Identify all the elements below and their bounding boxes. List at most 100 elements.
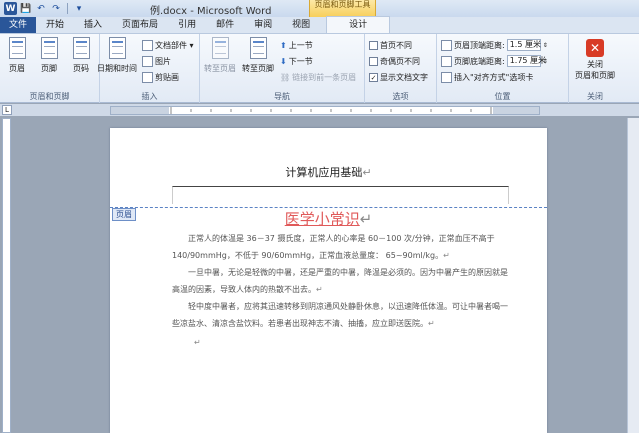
context-tab-group-label: 页眉和页脚工具 xyxy=(309,0,376,17)
paragraph-2-text: 一旦中暑，无论是轻微的中暑，还是严重的中暑，降温是必须的。因为中暑产生的原因就是… xyxy=(172,268,508,294)
clipart-button[interactable]: 剪贴画 xyxy=(142,72,179,83)
next-section-button[interactable]: ⬇ 下一节 xyxy=(280,56,313,67)
header-area[interactable]: 计算机应用基础↵ xyxy=(110,128,547,208)
group-label-navigation: 导航 xyxy=(274,92,290,101)
document-title[interactable]: 医学小常识↵ xyxy=(110,208,547,229)
header-text[interactable]: 计算机应用基础↵ xyxy=(110,164,547,180)
position-group: 页眉顶端距离: 1.5 厘米 ⇕ 页脚底端距离: 1.75 厘米 ⇕ 插入"对齐… xyxy=(437,34,569,103)
tab-review[interactable]: 审阅 xyxy=(244,17,282,33)
insert-group: 日期和时间 文档部件 ▾ 图片 剪贴画 插入 xyxy=(97,34,200,103)
paragraph-1[interactable]: 正常人的体温是 36－37 摄氏度，正常人的心率是 60－100 次/分钟，正常… xyxy=(172,230,515,264)
date-time-label: 日期和时间 xyxy=(97,64,137,73)
save-icon[interactable]: 💾 xyxy=(20,3,32,15)
different-first-page-checkbox[interactable]: 首页不同 xyxy=(369,40,412,51)
picture-icon xyxy=(142,56,153,67)
goto-header-label: 转至页眉 xyxy=(204,64,236,73)
tab-file[interactable]: 文件 xyxy=(0,17,37,33)
header-top-distance-control: 页眉顶端距离: 1.5 厘米 ⇕ xyxy=(441,39,548,51)
footer-position-icon xyxy=(441,55,452,67)
redo-icon[interactable]: ↷ xyxy=(50,3,62,15)
page-number-button-label: 页码 xyxy=(73,64,89,73)
header-button[interactable]: 页眉 xyxy=(2,37,32,74)
ruler-row: L xyxy=(0,104,639,116)
close-button-label-line2: 页眉和页脚 xyxy=(575,71,615,80)
vertical-scrollbar[interactable] xyxy=(627,118,639,433)
date-time-button[interactable]: 日期和时间 xyxy=(94,37,140,74)
goto-header-icon xyxy=(210,37,230,61)
clipart-label: 剪贴画 xyxy=(155,73,179,82)
group-label-position: 位置 xyxy=(494,92,511,101)
doc-parts-icon xyxy=(142,40,153,51)
previous-section-button[interactable]: ⬆ 上一节 xyxy=(280,40,313,51)
footer-bottom-distance-control: 页脚底端距离: 1.75 厘米 ⇕ xyxy=(441,55,548,67)
footer-bottom-distance-input[interactable]: 1.75 厘米 xyxy=(506,55,546,67)
paragraph-3[interactable]: 轻中度中暑者，应将其迅速转移到阴凉通风处静卧休息，以迅速降低体温。可让中暑者喝一… xyxy=(172,298,515,332)
header-top-distance-label: 页眉顶端距离: xyxy=(454,40,505,50)
close-group: ✕ 关闭 页眉和页脚 关闭 xyxy=(569,34,621,103)
document-page[interactable]: 计算机应用基础↵ 页眉 医学小常识↵ 正常人的体温是 36－37 摄氏度，正常人… xyxy=(110,128,547,433)
customize-qat-icon[interactable]: ▾ xyxy=(73,3,85,15)
footer-icon xyxy=(39,37,59,61)
link-icon: ⛓ xyxy=(280,73,291,82)
different-odd-even-checkbox[interactable]: 奇偶页不同 xyxy=(369,56,420,67)
quick-access-toolbar: W 💾 ↶ ↷ ▾ xyxy=(0,2,85,15)
paragraph-2[interactable]: 一旦中暑，无论是轻微的中暑，还是严重的中暑，降温是必须的。因为中暑产生的原因就是… xyxy=(172,264,515,298)
insert-alignment-tab-button[interactable]: 插入"对齐方式"选项卡 xyxy=(441,72,533,83)
ruler-ticks xyxy=(111,107,539,114)
arrow-down-icon: ⬇ xyxy=(280,57,287,66)
tab-references[interactable]: 引用 xyxy=(168,17,206,33)
header-top-distance-input[interactable]: 1.5 厘米 xyxy=(506,39,541,51)
insert-alignment-tab-label: 插入"对齐方式"选项卡 xyxy=(454,73,534,82)
vertical-ruler[interactable] xyxy=(2,118,11,433)
paragraph-mark: ↵ xyxy=(359,210,373,228)
picture-label: 图片 xyxy=(155,57,171,66)
different-odd-even-label: 奇偶页不同 xyxy=(380,57,420,66)
paragraph-mark: ↵ xyxy=(362,166,372,179)
ribbon: 页眉 页脚 页码 页眉和页脚 日期和时间 文档部件 ▾ 图片 剪贴画 插入 转至… xyxy=(0,33,639,103)
tab-insert[interactable]: 插入 xyxy=(74,17,112,33)
show-document-text-checkbox[interactable]: ✓ 显示文档文字 xyxy=(369,72,428,83)
clipart-icon xyxy=(142,72,153,83)
paragraph-mark: ↵ xyxy=(443,251,450,260)
horizontal-ruler[interactable] xyxy=(110,106,540,115)
spinner-icon[interactable]: ⇕ xyxy=(543,58,548,65)
different-first-page-label: 首页不同 xyxy=(380,41,412,50)
header-icon xyxy=(7,37,27,61)
header-border-line xyxy=(172,186,509,204)
footer-button[interactable]: 页脚 xyxy=(34,37,64,74)
goto-header-button[interactable]: 转至页眉 xyxy=(202,37,238,74)
header-button-label: 页眉 xyxy=(9,64,25,73)
calendar-icon xyxy=(107,37,127,61)
link-to-previous-button[interactable]: ⛓ 链接到前一条页眉 xyxy=(280,72,356,83)
checkbox-icon xyxy=(369,57,378,66)
paragraph-mark: ↵ xyxy=(428,319,435,328)
alignment-tab-icon xyxy=(441,72,452,83)
header-position-icon xyxy=(441,39,452,51)
picture-button[interactable]: 图片 xyxy=(142,56,171,67)
tab-view[interactable]: 视图 xyxy=(282,17,320,33)
page-number-button[interactable]: 页码 xyxy=(66,37,96,74)
goto-footer-button[interactable]: 转至页脚 xyxy=(240,37,276,74)
tab-mailings[interactable]: 邮件 xyxy=(206,17,244,33)
show-document-text-label: 显示文档文字 xyxy=(380,73,428,82)
tab-design[interactable]: 设计 xyxy=(326,16,391,33)
page-number-icon xyxy=(71,37,91,61)
close-header-footer-button[interactable]: ✕ 关闭 页眉和页脚 xyxy=(569,37,621,81)
spinner-icon[interactable]: ⇕ xyxy=(543,42,548,49)
next-section-label: 下一节 xyxy=(288,57,313,66)
options-group: 首页不同 奇偶页不同 ✓ 显示文档文字 选项 xyxy=(365,34,437,103)
link-to-previous-label: 链接到前一条页眉 xyxy=(292,73,357,82)
arrow-up-icon: ⬆ xyxy=(280,41,287,50)
word-logo-icon[interactable]: W xyxy=(4,2,17,15)
tab-layout[interactable]: 页面布局 xyxy=(112,17,168,33)
tab-home[interactable]: 开始 xyxy=(36,17,74,33)
tab-selector[interactable]: L xyxy=(2,105,12,115)
group-label-header-footer: 页眉和页脚 xyxy=(29,92,70,101)
footer-button-label: 页脚 xyxy=(41,64,57,73)
goto-footer-label: 转至页脚 xyxy=(242,64,274,73)
header-text-content: 计算机应用基础 xyxy=(285,166,363,179)
undo-icon[interactable]: ↶ xyxy=(35,3,47,15)
paragraph-mark: ↵ xyxy=(316,285,323,294)
doc-parts-button[interactable]: 文档部件 ▾ xyxy=(142,40,194,51)
navigation-group: 转至页眉 转至页脚 ⬆ 上一节 ⬇ 下一节 ⛓ 链接到前一条页眉 导航 xyxy=(200,34,365,103)
